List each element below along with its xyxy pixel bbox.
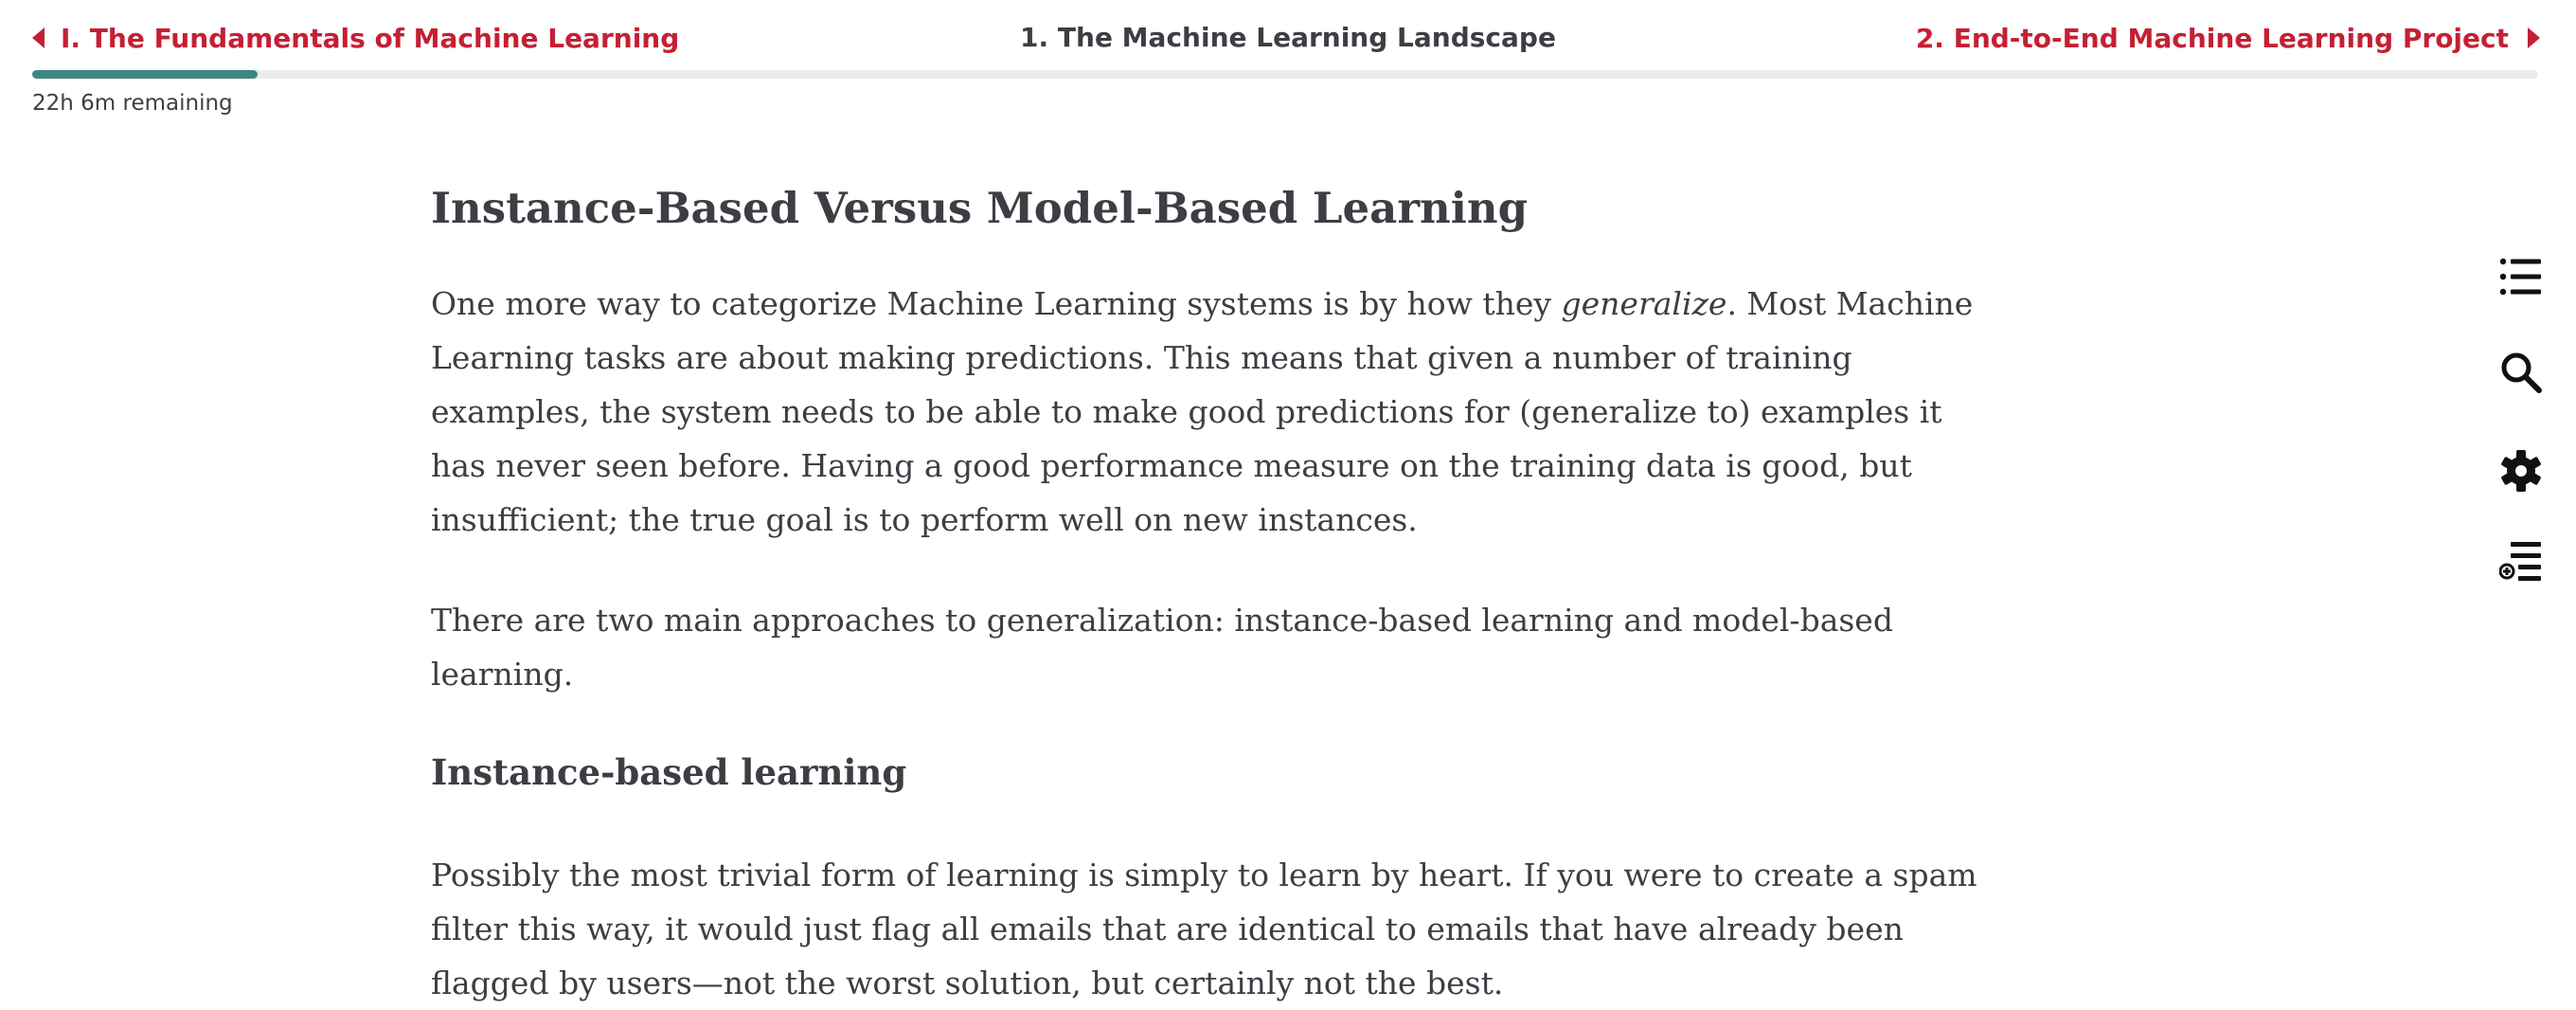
- add-to-playlist-button[interactable]: [2495, 535, 2548, 588]
- paragraph: Possibly the most trivial form of learni…: [431, 857, 1977, 1001]
- table-of-contents-button[interactable]: [2495, 250, 2548, 303]
- add-to-playlist-icon: [2499, 542, 2541, 581]
- section-heading: Instance-Based Versus Model-Based Learni…: [431, 183, 1529, 233]
- search-icon: [2501, 352, 2542, 393]
- paragraph: One more way to categorize Machine Learn…: [431, 277, 1994, 547]
- table-of-contents-icon: [2499, 258, 2541, 296]
- reading-progress-fill: [32, 70, 259, 79]
- settings-button[interactable]: [2495, 444, 2548, 497]
- search-button[interactable]: [2495, 346, 2548, 399]
- previous-chapter-label: I. The Fundamentals of Machine Learning: [61, 22, 680, 54]
- top-navigation: I. The Fundamentals of Machine Learning …: [0, 0, 2576, 116]
- next-chapter-label: 2. End-to-End Machine Learning Project: [1915, 22, 2509, 54]
- emphasized-term: generalize: [1561, 285, 1727, 322]
- reading-progress-bar: [32, 70, 2538, 79]
- paragraph-text: . Most Machine Learning tasks are about …: [431, 285, 1974, 538]
- article-content: Instance-Based Versus Model-Based Learni…: [431, 178, 1994, 1010]
- previous-chapter-link[interactable]: I. The Fundamentals of Machine Learning: [32, 19, 679, 57]
- caret-left-icon: [32, 27, 45, 48]
- caret-right-icon: [2528, 27, 2540, 48]
- paragraph-text: One more way to categorize Machine Learn…: [431, 285, 1562, 322]
- subsection-heading: Instance-based learning: [431, 751, 907, 793]
- paragraph: There are two main approaches to general…: [431, 602, 1893, 693]
- next-chapter-link[interactable]: 2. End-to-End Machine Learning Project: [1916, 19, 2540, 57]
- time-remaining: 22h 6m remaining: [32, 91, 233, 116]
- settings-gear-icon: [2501, 450, 2541, 492]
